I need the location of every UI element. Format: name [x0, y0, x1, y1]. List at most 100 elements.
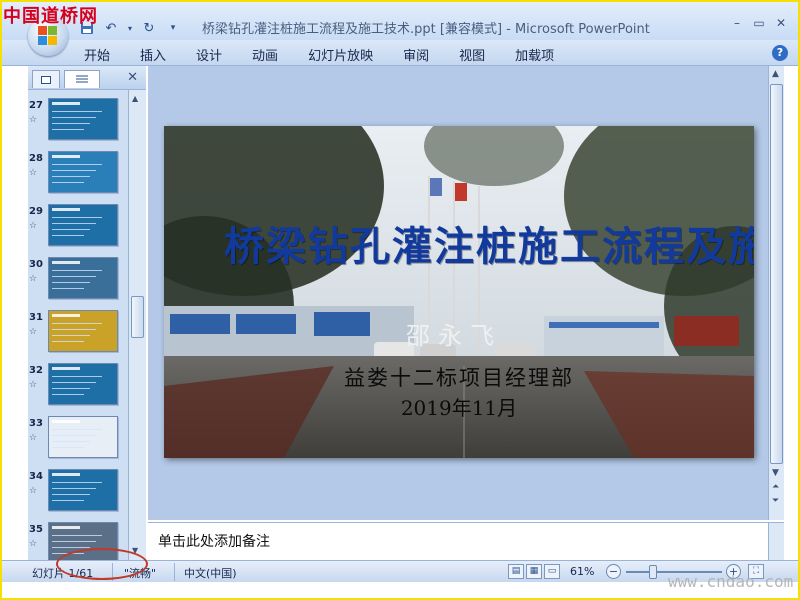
notes-pane[interactable]: 单击此处添加备注 — [148, 522, 784, 561]
thumbnail-text-line — [52, 376, 102, 377]
slide-thumbnail-image[interactable] — [48, 416, 118, 458]
slide-thumbnail-image[interactable] — [48, 257, 118, 299]
slide-thumbnail-image[interactable] — [48, 151, 118, 193]
tab-slides[interactable] — [32, 70, 60, 88]
slide-number: 30 — [29, 259, 43, 270]
tab-outline[interactable] — [64, 70, 100, 88]
slide-organization[interactable]: 益娄十二标项目经理部 — [314, 362, 604, 392]
notes-scrollbar[interactable] — [768, 523, 784, 561]
slide-thumbnail[interactable]: 34 ☆ — [28, 469, 128, 517]
slide-thumbnail[interactable]: 27 ☆ — [28, 98, 128, 146]
thumbnail-text-line — [52, 541, 96, 542]
previous-slide-icon[interactable]: ⏶ — [772, 482, 779, 492]
language-indicator[interactable]: 中文(中国) — [184, 565, 237, 581]
slide-thumbnail-image[interactable] — [48, 204, 118, 246]
thumbnail-text-line — [52, 488, 96, 489]
slideshow-view-icon[interactable]: ▭ — [544, 564, 560, 579]
slide-number: 28 — [29, 153, 43, 164]
thumbnail-text-line — [52, 394, 84, 395]
thumbnail-text-line — [52, 429, 102, 430]
thumbnail-text-line — [52, 382, 96, 383]
slide-sorter-icon[interactable]: ▦ — [526, 564, 542, 579]
notes-placeholder[interactable]: 单击此处添加备注 — [158, 531, 270, 551]
slide-thumbnail-image[interactable] — [48, 98, 118, 140]
animation-star-icon: ☆ — [29, 168, 38, 178]
animation-star-icon: ☆ — [29, 327, 38, 337]
tab-animations[interactable]: 动画 — [240, 45, 290, 64]
thumbnail-heading-mark — [52, 102, 80, 105]
slide-thumbnail[interactable]: 31 ☆ — [28, 310, 128, 358]
panel-tab-bar: ✕ — [28, 66, 146, 90]
zoom-level[interactable]: 61% — [570, 565, 594, 578]
panel-close-icon[interactable]: ✕ — [127, 70, 138, 85]
editor-scroll-down-icon[interactable]: ▼ — [772, 468, 779, 478]
animation-star-icon: ☆ — [29, 221, 38, 231]
slide-thumbnail[interactable]: 32 ☆ — [28, 363, 128, 411]
slide-author[interactable]: 邵永飞 — [404, 316, 504, 351]
normal-view-icon[interactable]: ▤ — [508, 564, 524, 579]
slide-thumbnail[interactable]: 30 ☆ — [28, 257, 128, 305]
thumbnail-text-line — [52, 388, 90, 389]
undo-dropdown-icon[interactable]: ▾ — [126, 19, 134, 37]
panel-scrollbar[interactable]: ▲ ▼ — [128, 90, 146, 560]
slide-number: 33 — [29, 418, 43, 429]
watermark-bottom: www.cndao.com — [668, 572, 794, 591]
zoom-slider-thumb[interactable] — [649, 565, 658, 579]
thumbnail-heading-mark — [52, 155, 80, 158]
zoom-out-icon[interactable]: − — [606, 564, 621, 579]
undo-icon[interactable]: ↶ — [102, 19, 120, 37]
slide-number: 35 — [29, 524, 43, 535]
tab-review[interactable]: 审阅 — [391, 45, 441, 64]
editor-scroll-up-icon[interactable]: ▲ — [772, 69, 779, 79]
thumbnail-text-line — [52, 235, 84, 236]
help-icon[interactable]: ? — [772, 45, 788, 61]
tab-slideshow[interactable]: 幻灯片放映 — [296, 45, 385, 64]
tab-design[interactable]: 设计 — [184, 45, 234, 64]
thumbnail-text-line — [52, 217, 102, 218]
tab-home[interactable]: 开始 — [72, 45, 122, 64]
slide-thumbnail-image[interactable] — [48, 469, 118, 511]
slide-thumbnail-image[interactable] — [48, 310, 118, 352]
thumbnail-text-line — [52, 229, 90, 230]
editor-scrollbar[interactable]: ▲ ▼ ⏶ ⏷ — [768, 66, 784, 520]
slide-thumbnail[interactable]: 28 ☆ — [28, 151, 128, 199]
slide-number: 32 — [29, 365, 43, 376]
slide-number: 27 — [29, 100, 43, 111]
current-slide[interactable]: 桥梁钻孔灌注桩施工流程及施工技术 邵永飞 益娄十二标项目经理部 2019年11月 — [164, 126, 754, 458]
panel-scroll-thumb[interactable] — [131, 296, 144, 338]
next-slide-icon[interactable]: ⏷ — [772, 496, 779, 506]
customize-icon[interactable]: ▾ — [164, 19, 182, 37]
tab-view[interactable]: 视图 — [447, 45, 497, 64]
title-bar: ↶ ▾ ↻ ▾ 桥梁钻孔灌注桩施工流程及施工技术.ppt [兼容模式] - Mi… — [2, 2, 798, 40]
slide-date[interactable]: 2019年11月 — [314, 392, 604, 421]
window-controls: – ▭ ✕ — [730, 16, 788, 30]
maximize-icon[interactable]: ▭ — [752, 16, 766, 30]
tab-insert[interactable]: 插入 — [128, 45, 178, 64]
thumbnail-text-line — [52, 447, 84, 448]
thumbnail-text-line — [52, 176, 90, 177]
scroll-up-icon[interactable]: ▲ — [132, 94, 138, 103]
slide-thumbnail[interactable]: 33 ☆ — [28, 416, 128, 464]
animation-star-icon: ☆ — [29, 380, 38, 390]
slide-thumbnail[interactable]: 29 ☆ — [28, 204, 128, 252]
slide-title[interactable]: 桥梁钻孔灌注桩施工流程及施工技术 — [224, 214, 754, 272]
tab-addins[interactable]: 加载项 — [503, 45, 566, 64]
slide-number: 29 — [29, 206, 43, 217]
redo-icon[interactable]: ↻ — [140, 19, 158, 37]
thumbnail-text-line — [52, 323, 102, 324]
slide-number: 31 — [29, 312, 43, 323]
animation-star-icon: ☆ — [29, 539, 38, 549]
minimize-icon[interactable]: – — [730, 16, 744, 30]
editor-scroll-thumb[interactable] — [770, 84, 783, 464]
slide-thumbnail-image[interactable] — [48, 363, 118, 405]
thumbnail-text-line — [52, 547, 90, 548]
thumbnail-text-line — [52, 329, 96, 330]
window-title: 桥梁钻孔灌注桩施工流程及施工技术.ppt [兼容模式] - Microsoft … — [202, 22, 650, 37]
thumbnail-text-line — [52, 276, 96, 277]
thumbnail-text-line — [52, 435, 96, 436]
thumbnail-text-line — [52, 282, 90, 283]
close-icon[interactable]: ✕ — [774, 16, 788, 30]
animation-star-icon: ☆ — [29, 274, 38, 284]
thumbnail-text-line — [52, 170, 96, 171]
thumbnail-text-line — [52, 441, 90, 442]
